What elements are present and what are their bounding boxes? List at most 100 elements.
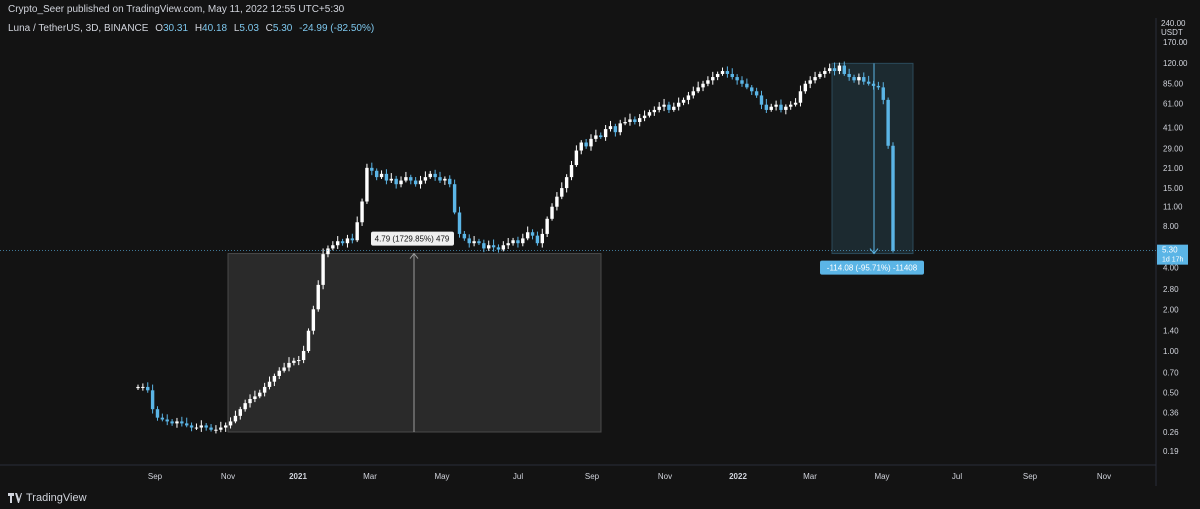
candle-body (374, 170, 379, 178)
candle-body (603, 129, 608, 138)
candle-body (652, 109, 657, 113)
candle-body (672, 106, 676, 110)
symbol-name[interactable]: Luna / TetherUS, 3D, BINANCE (8, 23, 148, 34)
y-tick-label: 8.00 (1163, 222, 1179, 231)
candle-body (623, 121, 627, 124)
candle-body (360, 201, 364, 223)
candle-body (175, 421, 179, 424)
candle-body (706, 80, 710, 84)
candle-body (292, 360, 296, 363)
candle-body (365, 167, 369, 202)
candle-body (516, 240, 520, 244)
candle-body (784, 106, 788, 110)
x-tick-label: Nov (1097, 472, 1111, 481)
time-axis: Sep Nov 2021 Mar May Jul Sep Nov 2022 Mar May Jul Se… (0, 464, 1156, 481)
y-tick-label: 85.00 (1163, 80, 1184, 89)
candle-body (589, 138, 593, 147)
candle-body (340, 241, 345, 244)
measure-label-down: -114.08 (-95.71%) -11408 (827, 264, 918, 273)
footer-bar (0, 486, 1200, 509)
candle-body (862, 77, 866, 82)
candle-body (789, 104, 793, 107)
candle-body (866, 81, 871, 84)
y-tick-label: 0.19 (1163, 447, 1179, 456)
high-value: 40.18 (202, 23, 228, 34)
candle-body (155, 409, 160, 418)
x-tick-label: Nov (221, 472, 235, 481)
y-tick-label: 2.00 (1163, 305, 1179, 314)
axis-header: 240.00 USDT (1161, 19, 1185, 37)
candle-body (642, 115, 647, 119)
candle-body (793, 102, 798, 105)
tradingview-logo[interactable]: TradingView (8, 492, 87, 504)
candle-body (223, 425, 228, 428)
current-price-label: 5.30 (1162, 246, 1178, 255)
candle-body (472, 241, 476, 244)
candle-body (404, 177, 408, 181)
candle-body (150, 390, 155, 410)
candle-body (774, 104, 778, 107)
candle-body (301, 350, 306, 361)
change-value: -24.99 (-82.50%) (299, 23, 375, 34)
price-chart[interactable]: 4.79 (1729.85%) 479 -114.08 (-95.71%) -11… (0, 0, 1200, 509)
candle-body (725, 71, 730, 74)
y-tick-label: 0.50 (1163, 389, 1179, 398)
measure-label-up: 4.79 (1729.85%) 479 (375, 235, 450, 244)
y-tick-label: 0.26 (1163, 428, 1179, 437)
candle-body (345, 238, 350, 244)
candle-body (555, 196, 559, 207)
candle-body (457, 212, 462, 234)
candle-body (628, 119, 632, 122)
candle-body (735, 77, 739, 81)
y-tick-label: 0.70 (1163, 368, 1179, 377)
candle-body (306, 330, 311, 351)
candle-body (886, 99, 890, 146)
y-tick-label: 4.00 (1163, 264, 1179, 273)
candle-body (262, 386, 267, 393)
candle-body (545, 218, 549, 234)
close-value: 5.30 (272, 23, 293, 34)
candle-body (779, 104, 783, 110)
candle-body (331, 245, 335, 249)
candle-body (594, 135, 598, 139)
candle-body (754, 91, 759, 96)
candle-body (769, 106, 773, 110)
candle-body (428, 173, 432, 178)
candle-body (730, 73, 734, 78)
y-tick-label: 120.00 (1163, 59, 1188, 68)
candle-body (394, 178, 398, 185)
candle-body (413, 180, 418, 185)
candle-body (798, 91, 803, 103)
candle-body (827, 68, 832, 72)
tradingview-logo-icon (8, 493, 22, 503)
y-tick-label: 11.00 (1163, 203, 1183, 212)
x-tick-label: Mar (363, 472, 377, 481)
candle-body (691, 91, 695, 96)
candle-body (745, 83, 749, 88)
candle-body (238, 409, 242, 416)
candle-body (530, 232, 535, 236)
candle-body (219, 427, 223, 430)
candle-body (311, 309, 316, 331)
candle-body (569, 165, 574, 178)
candle-body (272, 375, 277, 382)
candle-body (267, 381, 272, 387)
y-tick-label: 2.80 (1163, 285, 1179, 294)
y-tick-label: 0.36 (1163, 408, 1179, 417)
candle-body (560, 188, 564, 197)
candle-body (180, 421, 184, 424)
candle-body (282, 367, 286, 371)
symbol-legend: Luna / TetherUS, 3D, BINANCE O30.31 H40.… (8, 23, 374, 34)
close-label: C (265, 23, 273, 34)
candle-body (657, 106, 661, 110)
x-tick-label: May (874, 472, 889, 481)
candle-body (409, 177, 413, 181)
y-tick-label: 61.00 (1163, 100, 1184, 109)
candle-body (491, 245, 496, 248)
candle-body (550, 206, 554, 219)
candle-body (228, 421, 233, 426)
candle-body (438, 177, 442, 181)
candle-body (277, 370, 281, 376)
candle-body (638, 118, 642, 122)
candle-body (248, 399, 252, 404)
